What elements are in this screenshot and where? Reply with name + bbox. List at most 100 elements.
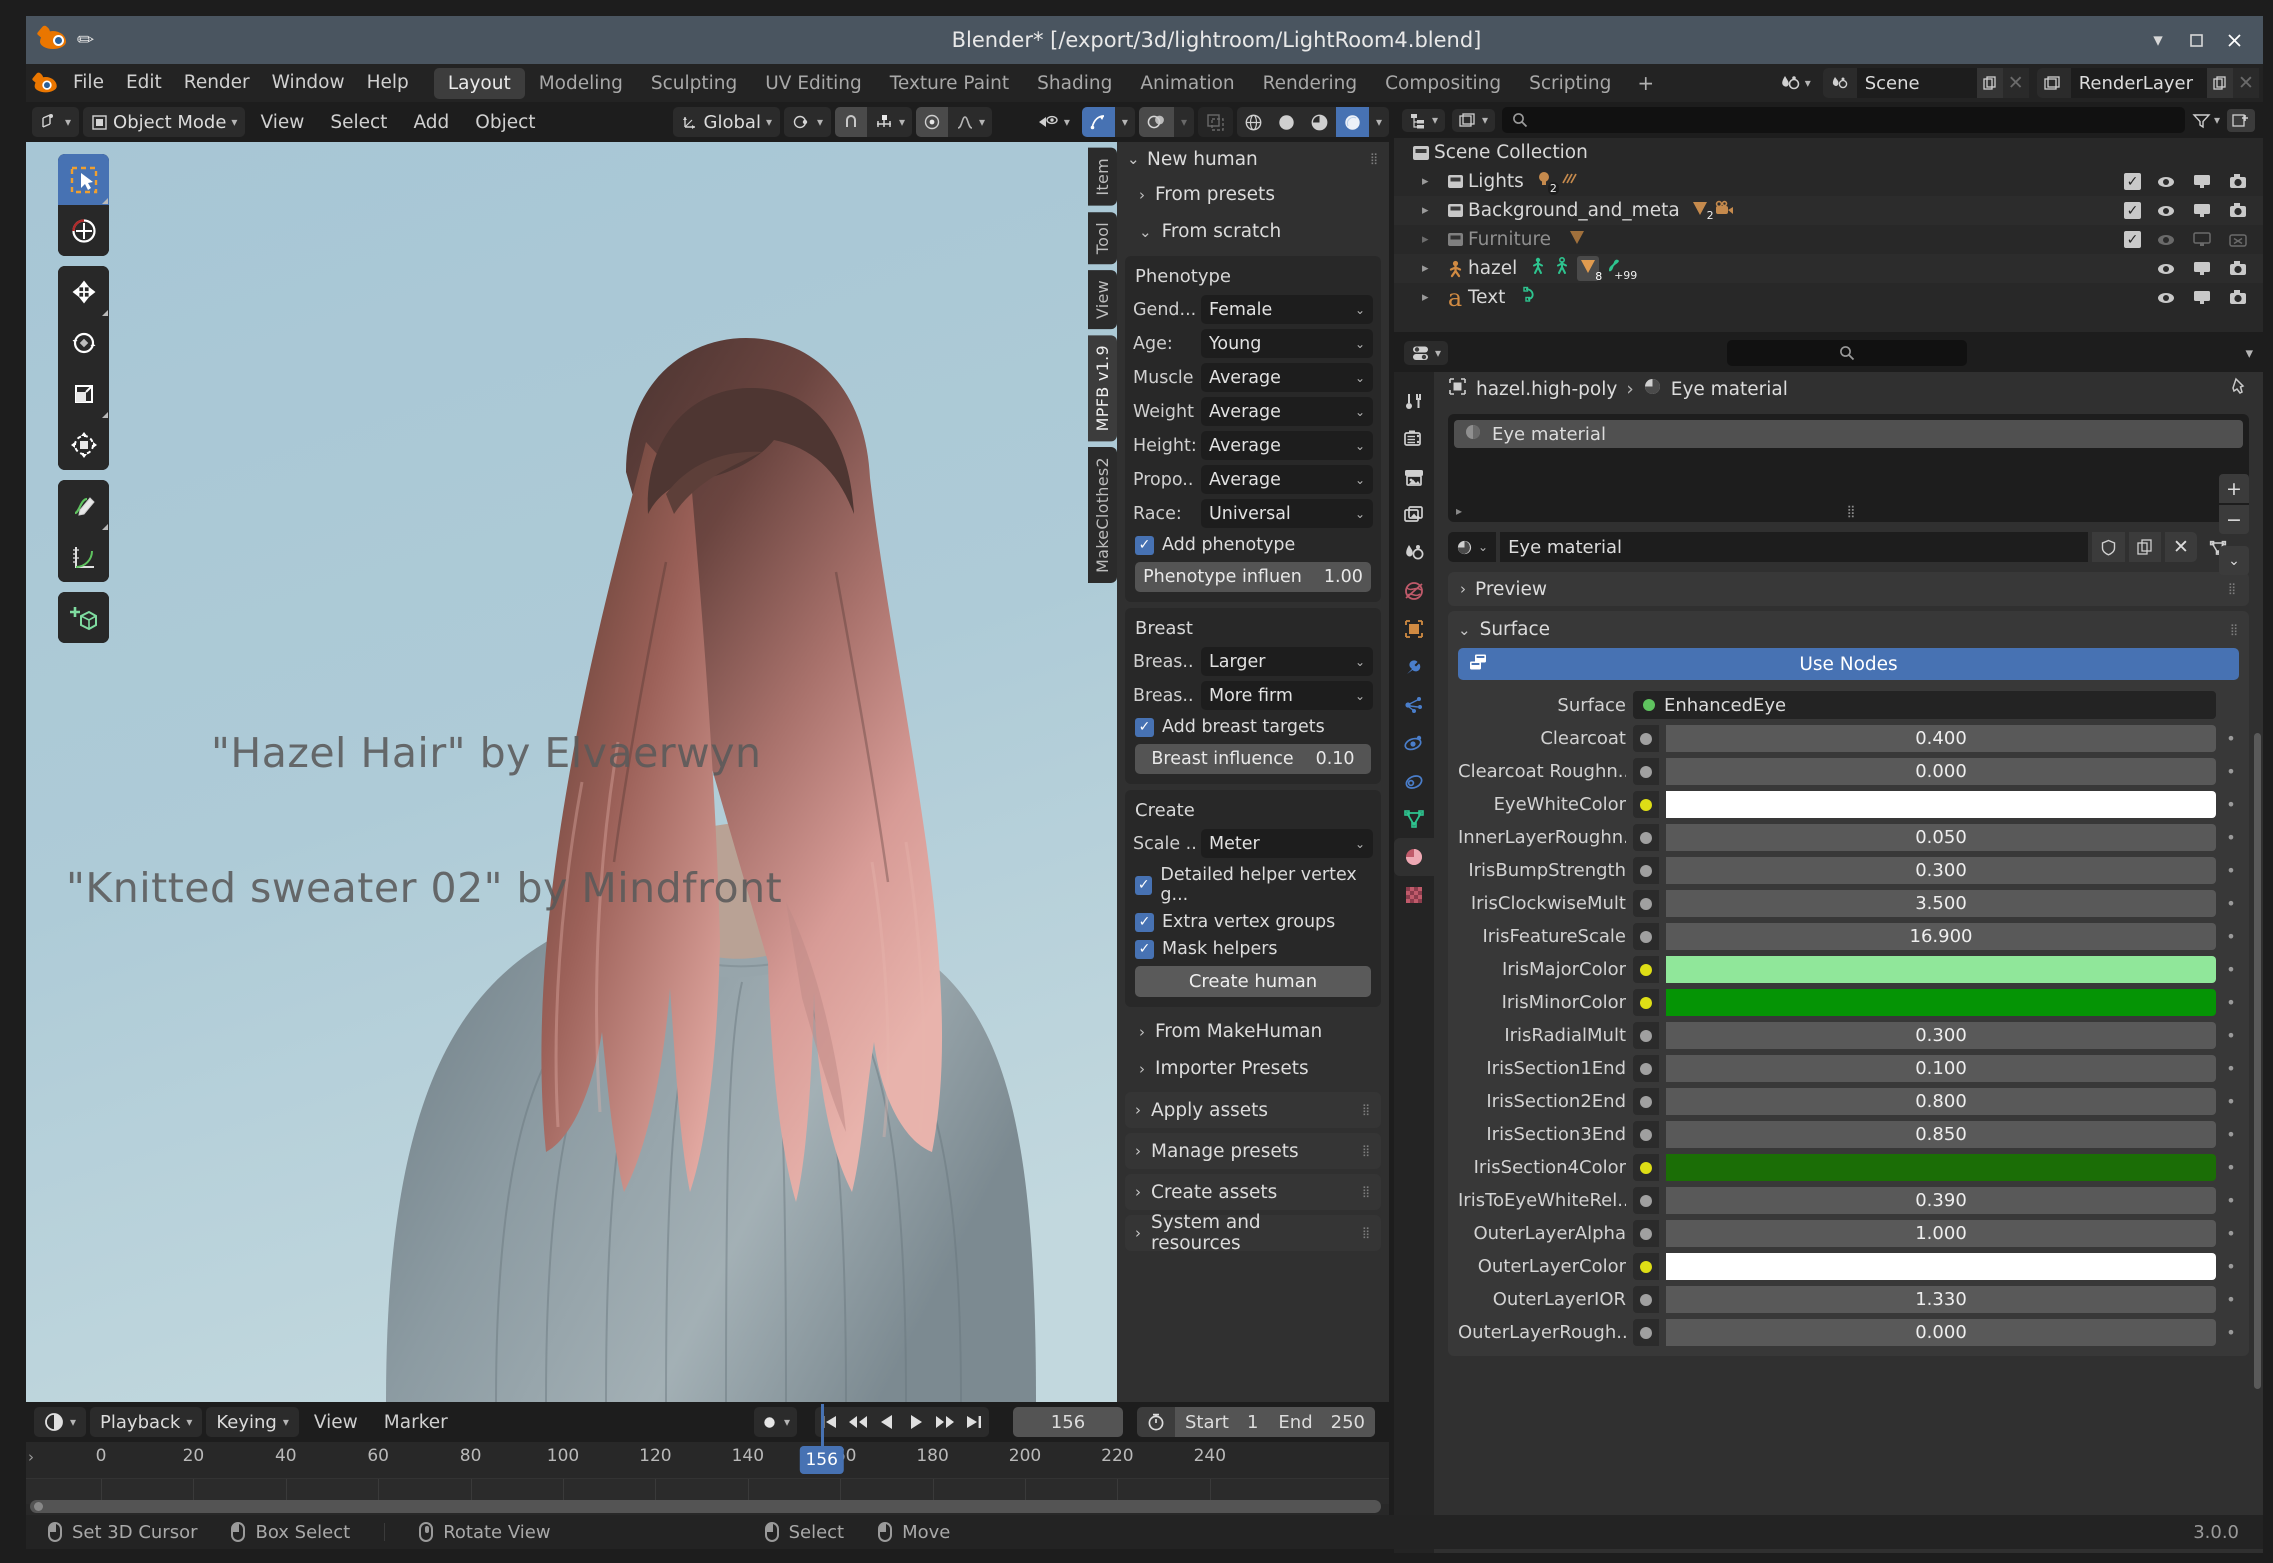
animate-property-dot[interactable]: •: [2223, 993, 2239, 1012]
jump-end-icon[interactable]: [960, 1407, 989, 1437]
timeline-playhead-label[interactable]: 156: [799, 1446, 844, 1474]
shader-input-socket[interactable]: [1633, 989, 1659, 1016]
hide-viewport-eye-icon[interactable]: [2155, 258, 2177, 280]
world-icon[interactable]: [1394, 572, 1434, 610]
timeline-channel-expand-icon[interactable]: ›: [28, 1448, 34, 1466]
maximize-button[interactable]: [2185, 29, 2207, 51]
breast-size-select[interactable]: Larger ⌄: [1201, 647, 1373, 676]
phenotype-influence-slider[interactable]: Phenotype influen 1.00: [1135, 562, 1371, 592]
material-name-field[interactable]: Eye material: [1500, 532, 2089, 562]
unlink-scene-button[interactable]: ✕: [2002, 68, 2029, 98]
disable-render-camera-icon[interactable]: [2227, 287, 2249, 309]
show-gizmo-toggle[interactable]: [1081, 107, 1115, 137]
add-cube-tool[interactable]: [58, 592, 109, 643]
shader-input-socket[interactable]: [1633, 758, 1659, 785]
expand-triangle-icon[interactable]: ▸: [1422, 290, 1442, 305]
add-phenotype-checkbox-row[interactable]: ✓ Add phenotype: [1135, 535, 1371, 555]
outliner-root-row[interactable]: Scene Collection: [1394, 138, 2263, 167]
remove-viewlayer-button[interactable]: ✕: [2233, 68, 2259, 98]
add-material-slot-button[interactable]: +: [2219, 474, 2249, 503]
race-select[interactable]: Universal ⌄: [1201, 499, 1373, 528]
scene-stats-icon[interactable]: ▾: [1779, 73, 1811, 93]
hide-viewport-eye-icon[interactable]: [2155, 200, 2177, 222]
object-mode-selector[interactable]: Object Mode ▾: [83, 107, 246, 137]
new-scene-button[interactable]: [1976, 68, 2003, 98]
npanel-tab-makeclothes[interactable]: MakeClothes2: [1088, 447, 1117, 584]
shader-input-socket[interactable]: [1633, 791, 1659, 818]
constraint-icon[interactable]: [1394, 762, 1434, 800]
gizmo-settings[interactable]: ▾: [1115, 107, 1135, 137]
animate-property-dot[interactable]: •: [2223, 729, 2239, 748]
pin-id-icon[interactable]: [2229, 377, 2249, 402]
jump-start-icon[interactable]: [815, 1407, 844, 1437]
animate-property-dot[interactable]: •: [2223, 795, 2239, 814]
npanel-apply-assets[interactable]: › Apply assets ⣿: [1125, 1092, 1381, 1128]
npanel-tab-view[interactable]: View: [1088, 269, 1117, 330]
shader-input-socket[interactable]: [1633, 1121, 1659, 1148]
shader-input-color-swatch[interactable]: [1666, 989, 2216, 1016]
animate-property-dot[interactable]: •: [2223, 1224, 2239, 1243]
expand-triangle-icon[interactable]: ▸: [1422, 232, 1442, 247]
shader-input-color-swatch[interactable]: [1666, 956, 2216, 983]
play-reverse-icon[interactable]: [873, 1407, 902, 1437]
use-preview-range-icon[interactable]: [1137, 1412, 1175, 1432]
grip-dots-icon[interactable]: ⣿: [1362, 1145, 1371, 1156]
material-slot-list[interactable]: Eye material ▸ ⣿: [1448, 414, 2249, 522]
overlay-settings[interactable]: ▾: [1174, 107, 1194, 137]
move-tool[interactable]: [58, 266, 109, 317]
hide-viewport-eye-icon[interactable]: [2155, 171, 2177, 193]
remove-material-slot-button[interactable]: −: [2219, 505, 2249, 534]
breast-influence-slider[interactable]: Breast influence 0.10: [1135, 744, 1371, 774]
shading-settings[interactable]: ▾: [1369, 107, 1389, 137]
select-box-tool[interactable]: [58, 154, 109, 205]
shader-input-socket[interactable]: [1633, 1220, 1659, 1247]
tab-uv-editing[interactable]: UV Editing: [751, 68, 876, 99]
next-keyframe-icon[interactable]: [931, 1407, 960, 1437]
current-frame-field[interactable]: 156: [1012, 1407, 1123, 1437]
animate-property-dot[interactable]: •: [2223, 1158, 2239, 1177]
solid-shading-button[interactable]: [1270, 107, 1303, 137]
npanel-tab-tool[interactable]: Tool: [1088, 211, 1117, 264]
minimize-button[interactable]: ▾: [2147, 29, 2169, 51]
animate-property-dot[interactable]: •: [2223, 1092, 2239, 1111]
use-nodes-button[interactable]: Use Nodes: [1458, 648, 2239, 680]
material-preview-button[interactable]: [1303, 107, 1336, 137]
shader-input-color-swatch[interactable]: [1666, 791, 2216, 818]
animate-property-dot[interactable]: •: [2223, 861, 2239, 880]
wireframe-shading-button[interactable]: [1237, 107, 1270, 137]
measure-tool[interactable]: [58, 531, 109, 582]
disable-viewport-screen-icon[interactable]: [2191, 258, 2213, 280]
viewlayer-selector[interactable]: RenderLayer ✕: [2036, 68, 2259, 98]
end-frame-field[interactable]: End 250: [1268, 1407, 1375, 1437]
show-overlays-toggle[interactable]: [1138, 107, 1174, 137]
outliner-filter-button[interactable]: ▾: [2192, 112, 2220, 129]
table-row[interactable]: ▸ a Text: [1394, 283, 2263, 312]
expand-triangle-icon[interactable]: ▸: [1422, 203, 1442, 218]
grip-dots-icon[interactable]: ⣿: [1847, 504, 1857, 518]
add-workspace-button[interactable]: +: [1625, 68, 1666, 98]
menu-file[interactable]: File: [62, 68, 115, 98]
menu-render[interactable]: Render: [173, 68, 261, 98]
shader-input-color-swatch[interactable]: [1666, 1253, 2216, 1280]
proportional-edit-toggle[interactable]: [916, 107, 949, 137]
snap-toggle[interactable]: [835, 107, 868, 137]
cursor-tool[interactable]: [58, 205, 109, 256]
shader-input-socket[interactable]: [1633, 824, 1659, 851]
rotate-tool[interactable]: [58, 317, 109, 368]
exclude-checkbox[interactable]: ✓: [2124, 231, 2141, 248]
animate-property-dot[interactable]: •: [2223, 762, 2239, 781]
tab-animation[interactable]: Animation: [1126, 68, 1248, 99]
tab-texture-paint[interactable]: Texture Paint: [876, 68, 1023, 99]
breast-firmness-select[interactable]: More firm ⌄: [1201, 681, 1373, 710]
prev-keyframe-icon[interactable]: [844, 1407, 873, 1437]
new-viewlayer-button[interactable]: [2207, 68, 2233, 98]
shader-input-socket[interactable]: [1633, 1154, 1659, 1181]
expand-triangle-icon[interactable]: ▸: [1422, 261, 1442, 276]
shader-input-value[interactable]: 1.000: [1666, 1220, 2216, 1247]
menu-edit[interactable]: Edit: [115, 68, 173, 98]
viewport-menu-add[interactable]: Add: [402, 112, 460, 133]
disable-viewport-screen-icon[interactable]: [2191, 287, 2213, 309]
outliner-display-mode-button[interactable]: ▾: [1452, 108, 1496, 132]
animate-property-dot[interactable]: •: [2223, 1290, 2239, 1309]
scene-selector[interactable]: Scene ✕: [1822, 68, 2029, 98]
